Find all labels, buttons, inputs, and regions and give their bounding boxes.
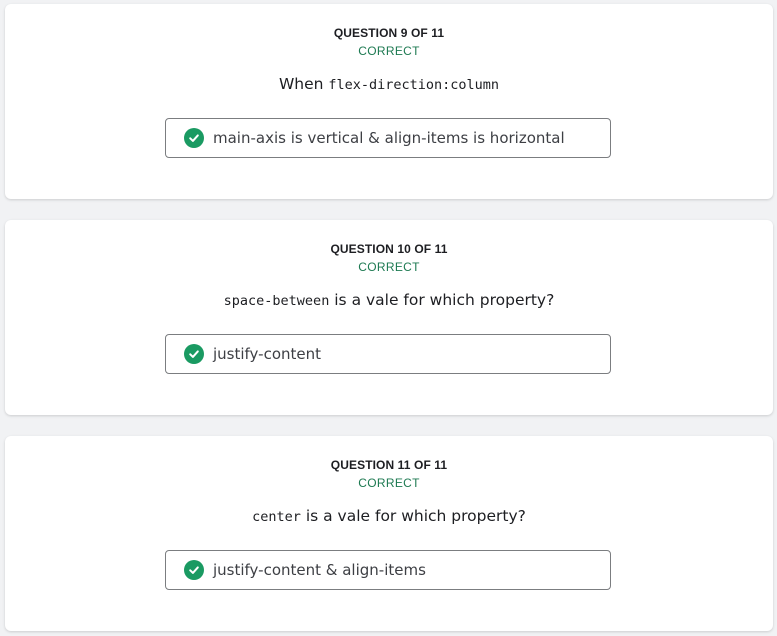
question-card: QUESTION 11 OF 11 CORRECT center is a va… — [5, 436, 773, 631]
check-circle-icon — [184, 128, 204, 148]
answer-text: justify-content — [213, 345, 322, 363]
check-circle-icon — [184, 344, 204, 364]
check-circle-icon — [184, 560, 204, 580]
question-prompt-text: is a vale for which property? — [329, 291, 555, 309]
question-number: QUESTION 9 OF 11 — [333, 26, 445, 40]
answer-option[interactable]: justify-content — [165, 334, 611, 374]
question-number: QUESTION 10 OF 11 — [330, 242, 448, 256]
answer-option[interactable]: justify-content & align-items — [165, 550, 611, 590]
question-prompt-text: is a vale for which property? — [300, 507, 526, 525]
question-prompt: center is a vale for which property? — [5, 507, 773, 525]
answer-text: justify-content & align-items — [213, 561, 426, 579]
question-card: QUESTION 10 OF 11 CORRECT space-between … — [5, 220, 773, 415]
answer-text: main-axis is vertical & align-items is h… — [213, 129, 565, 147]
question-prompt-code: flex-direction:column — [328, 77, 500, 93]
question-card: QUESTION 9 OF 11 CORRECT When flex-direc… — [5, 4, 773, 199]
question-prompt: When flex-direction:column — [5, 75, 773, 93]
answer-option[interactable]: main-axis is vertical & align-items is h… — [165, 118, 611, 158]
question-status: CORRECT — [358, 260, 420, 274]
question-prompt-code: center — [252, 509, 301, 525]
question-prompt-text: When — [278, 75, 329, 93]
question-status: CORRECT — [358, 44, 420, 58]
question-prompt-code: space-between — [223, 293, 330, 309]
question-number: QUESTION 11 OF 11 — [330, 458, 448, 472]
question-prompt: space-between is a vale for which proper… — [5, 291, 773, 309]
question-status: CORRECT — [358, 476, 420, 490]
